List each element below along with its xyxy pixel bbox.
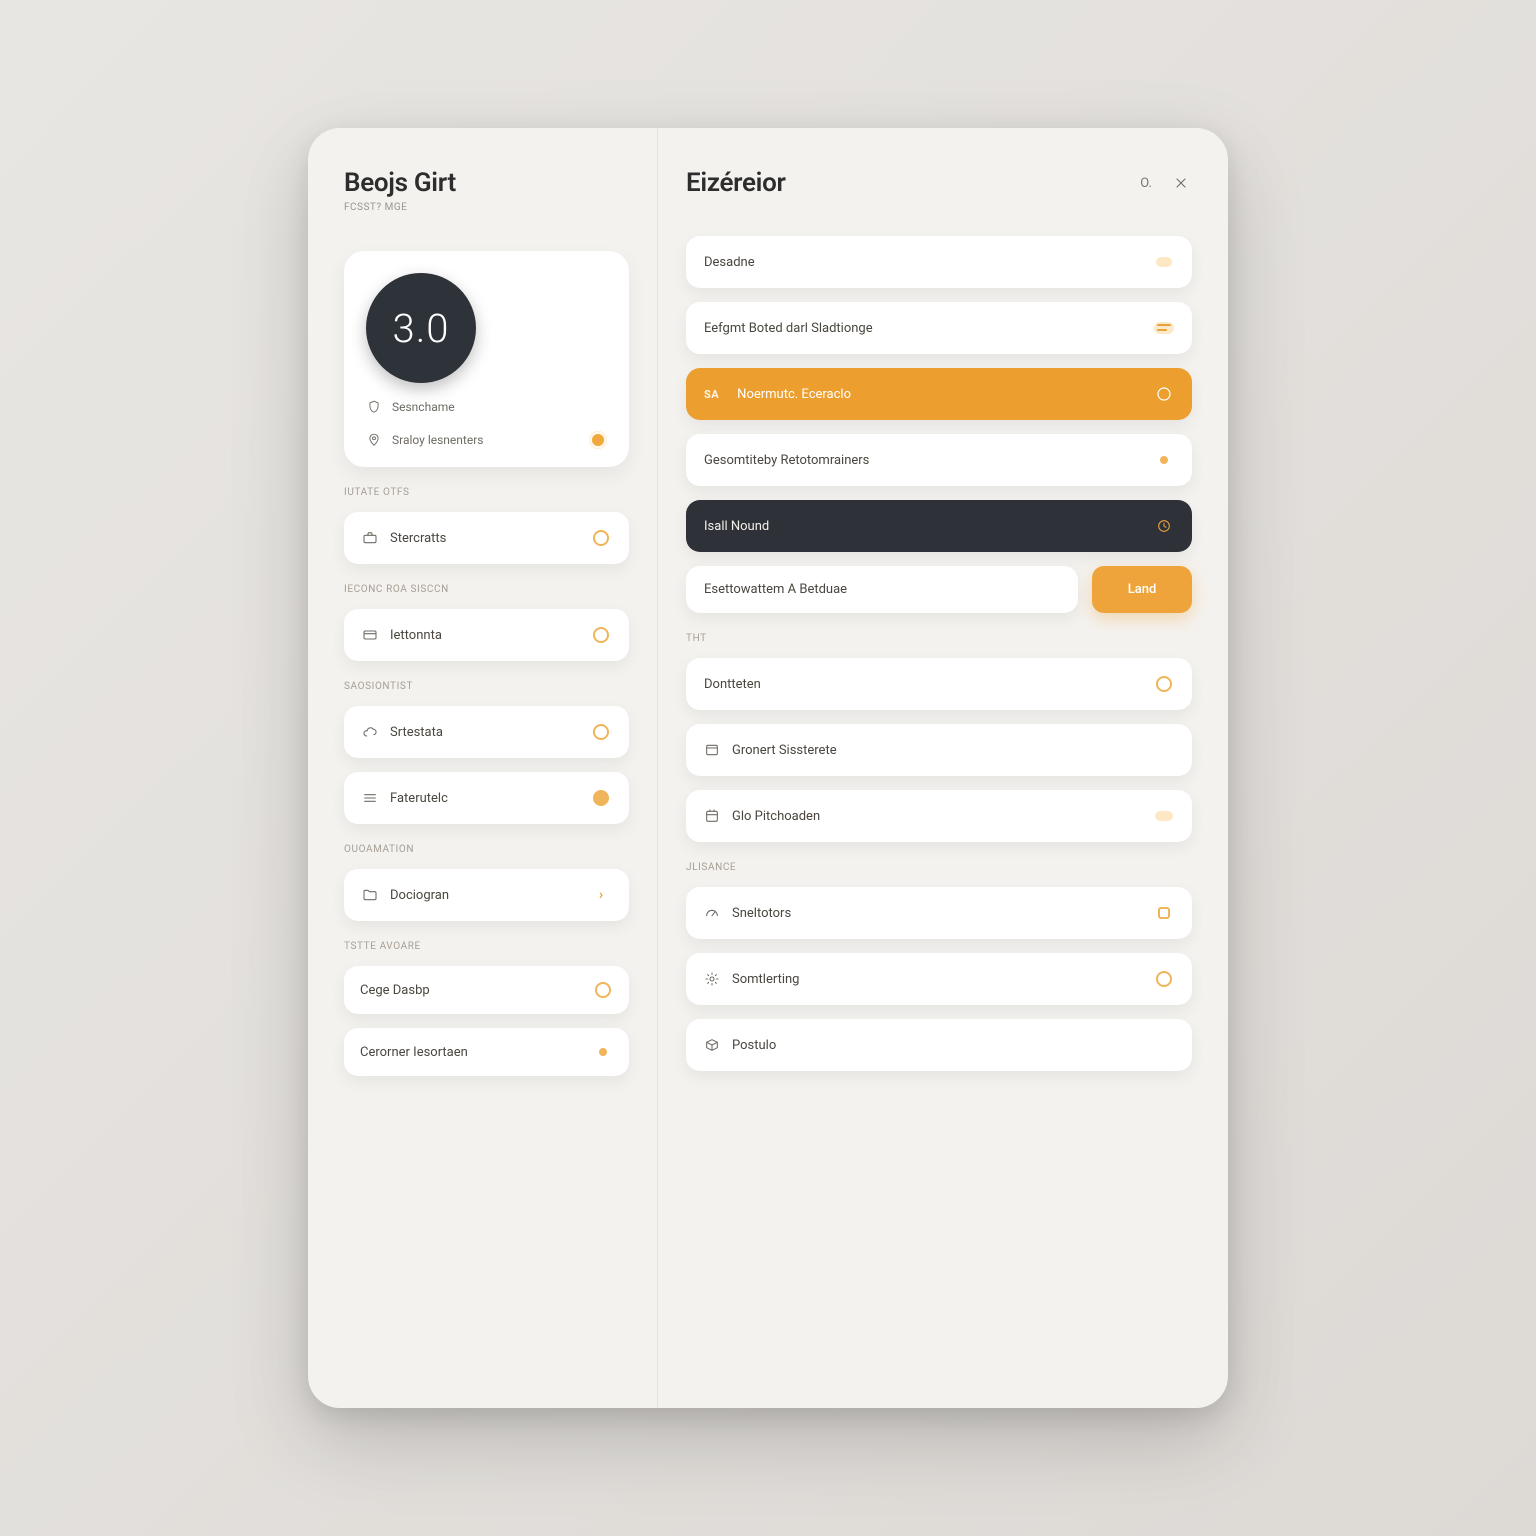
input-row: Esettowattem A Betduae Land	[686, 566, 1192, 613]
list-item-esettowattem[interactable]: Esettowattem A Betduae	[686, 566, 1078, 613]
right-title: Eizéreior	[686, 168, 786, 198]
tag-icon	[1154, 252, 1174, 272]
gear-icon	[704, 971, 720, 987]
section-label-2: IECONC ROA SISCCN	[344, 584, 629, 595]
ring-icon	[593, 980, 613, 1000]
cloud-icon	[362, 724, 378, 740]
sidebar-item-faterutelc[interactable]: Faterutelc	[344, 772, 629, 824]
profile-line-1: Sesnchame	[366, 399, 607, 415]
header-action-label[interactable]: O.	[1140, 176, 1152, 191]
sidebar-item-cege-dasbp[interactable]: Cege Dasbp	[344, 966, 629, 1014]
sidebar-item-stercratts[interactable]: Stercratts	[344, 512, 629, 564]
list-item-label: Noermutc. Eceraclo	[737, 387, 851, 402]
sidebar-item-label: Iettonnta	[390, 628, 442, 643]
list-item-label: Esettowattem A Betduae	[704, 582, 847, 597]
section-label-3: SAOSIONTIST	[344, 681, 629, 692]
calendar-icon	[704, 808, 720, 824]
shield-icon	[366, 399, 382, 415]
list-item-noermutc-active[interactable]: SA Noermutc. Eceraclo	[686, 368, 1192, 420]
location-icon	[366, 432, 382, 448]
sidebar-item-iettonnta[interactable]: Iettonnta	[344, 609, 629, 661]
list-item-somtlerting[interactable]: Somtlerting	[686, 953, 1192, 1005]
list-item-label: Gronert Sissterete	[732, 743, 837, 758]
close-button[interactable]	[1170, 172, 1192, 194]
app-title: Beojs Girt	[344, 168, 629, 198]
button-label: Land	[1128, 582, 1157, 597]
right-pane: Eizéreior O. Desadne Eefgmt Boted darl S…	[658, 128, 1228, 1408]
avatar-value: 3.0	[393, 305, 450, 352]
briefcase-icon	[362, 530, 378, 546]
ring-icon	[591, 528, 611, 548]
sidebar-item-label: Cege Dasbp	[360, 983, 430, 998]
list-item-postulo[interactable]: Postulo	[686, 1019, 1192, 1071]
folder-icon	[362, 887, 378, 903]
circle-icon	[1154, 384, 1174, 404]
list-item-desadne[interactable]: Desadne	[686, 236, 1192, 288]
list-item-dontteten[interactable]: Dontteten	[686, 658, 1192, 710]
list-item-gesomtiteby[interactable]: Gesomtiteby Retotomrainers	[686, 434, 1192, 486]
lines-icon	[1154, 318, 1174, 338]
land-button[interactable]: Land	[1092, 566, 1192, 613]
ring-icon	[591, 625, 611, 645]
card-icon	[362, 627, 378, 643]
sidebar-item-dociogran[interactable]: Dociogran ›	[344, 869, 629, 921]
list-item-sneltotors[interactable]: Sneltotors	[686, 887, 1192, 939]
list-item-gronert[interactable]: Gronert Sissterete	[686, 724, 1192, 776]
window-icon	[704, 742, 720, 758]
list-item-label: Eefgmt Boted darl Sladtionge	[704, 321, 873, 336]
list-item-eefgmt[interactable]: Eefgmt Boted darl Sladtionge	[686, 302, 1192, 354]
sidebar-item-cerorner[interactable]: Cerorner Iesortaen	[344, 1028, 629, 1076]
list-icon	[362, 790, 378, 806]
list-item-label: Desadne	[704, 255, 755, 270]
sidebar-item-label: Cerorner Iesortaen	[360, 1045, 468, 1060]
section-label-4: OUOAMATION	[344, 844, 629, 855]
list-item-label: Somtlerting	[732, 972, 799, 987]
clock-icon	[1154, 516, 1174, 536]
list-item-label: Sneltotors	[732, 906, 791, 921]
sidebar-item-label: Dociogran	[390, 888, 449, 903]
profile-card: 3.0 Sesnchame Sraloy lesnenters	[344, 251, 629, 467]
gauge-icon	[704, 905, 720, 921]
app-subtitle: FCSST? MGE	[344, 202, 629, 213]
section-label-5: TSTTE AVOARE	[344, 941, 629, 952]
status-dot-icon	[589, 431, 607, 449]
list-item-isall-nound[interactable]: Isall Nound	[686, 500, 1192, 552]
list-item-label: Gesomtiteby Retotomrainers	[704, 453, 869, 468]
list-item-label: Postulo	[732, 1038, 776, 1053]
list-item-label: Isall Nound	[704, 519, 769, 534]
ring-icon	[1154, 674, 1174, 694]
left-header: Beojs Girt FCSST? MGE	[344, 168, 629, 213]
profile-line-2-text: Sraloy lesnenters	[392, 433, 483, 447]
section-label-1: IUTATE OTFS	[344, 487, 629, 498]
app-card: Beojs Girt FCSST? MGE 3.0 Sesnchame Sral…	[308, 128, 1228, 1408]
avatar: 3.0	[366, 273, 476, 383]
left-pane: Beojs Girt FCSST? MGE 3.0 Sesnchame Sral…	[308, 128, 658, 1408]
sa-prefix: SA	[704, 388, 719, 401]
square-icon	[1154, 903, 1174, 923]
list-item-glo[interactable]: Glo Pitchoaden	[686, 790, 1192, 842]
profile-line-1-text: Sesnchame	[392, 400, 455, 414]
sidebar-item-srtestata[interactable]: Srtestata	[344, 706, 629, 758]
box-icon	[704, 1037, 720, 1053]
right-header: Eizéreior O.	[686, 168, 1192, 198]
chevron-right-icon: ›	[591, 885, 611, 905]
ring-icon	[591, 722, 611, 742]
pill-icon	[1154, 806, 1174, 826]
sidebar-item-label: Stercratts	[390, 531, 446, 546]
ring-icon	[591, 788, 611, 808]
ring-icon	[1154, 969, 1174, 989]
sidebar-item-label: Srtestata	[390, 725, 443, 740]
right-section-a: THT	[686, 633, 1192, 644]
dot-icon	[593, 1042, 613, 1062]
dot-icon	[1154, 450, 1174, 470]
list-item-label: Glo Pitchoaden	[732, 809, 820, 824]
sidebar-item-label: Faterutelc	[390, 791, 448, 806]
right-section-b: JLISANCE	[686, 862, 1192, 873]
list-item-label: Dontteten	[704, 677, 761, 692]
profile-line-2[interactable]: Sraloy lesnenters	[366, 431, 607, 449]
